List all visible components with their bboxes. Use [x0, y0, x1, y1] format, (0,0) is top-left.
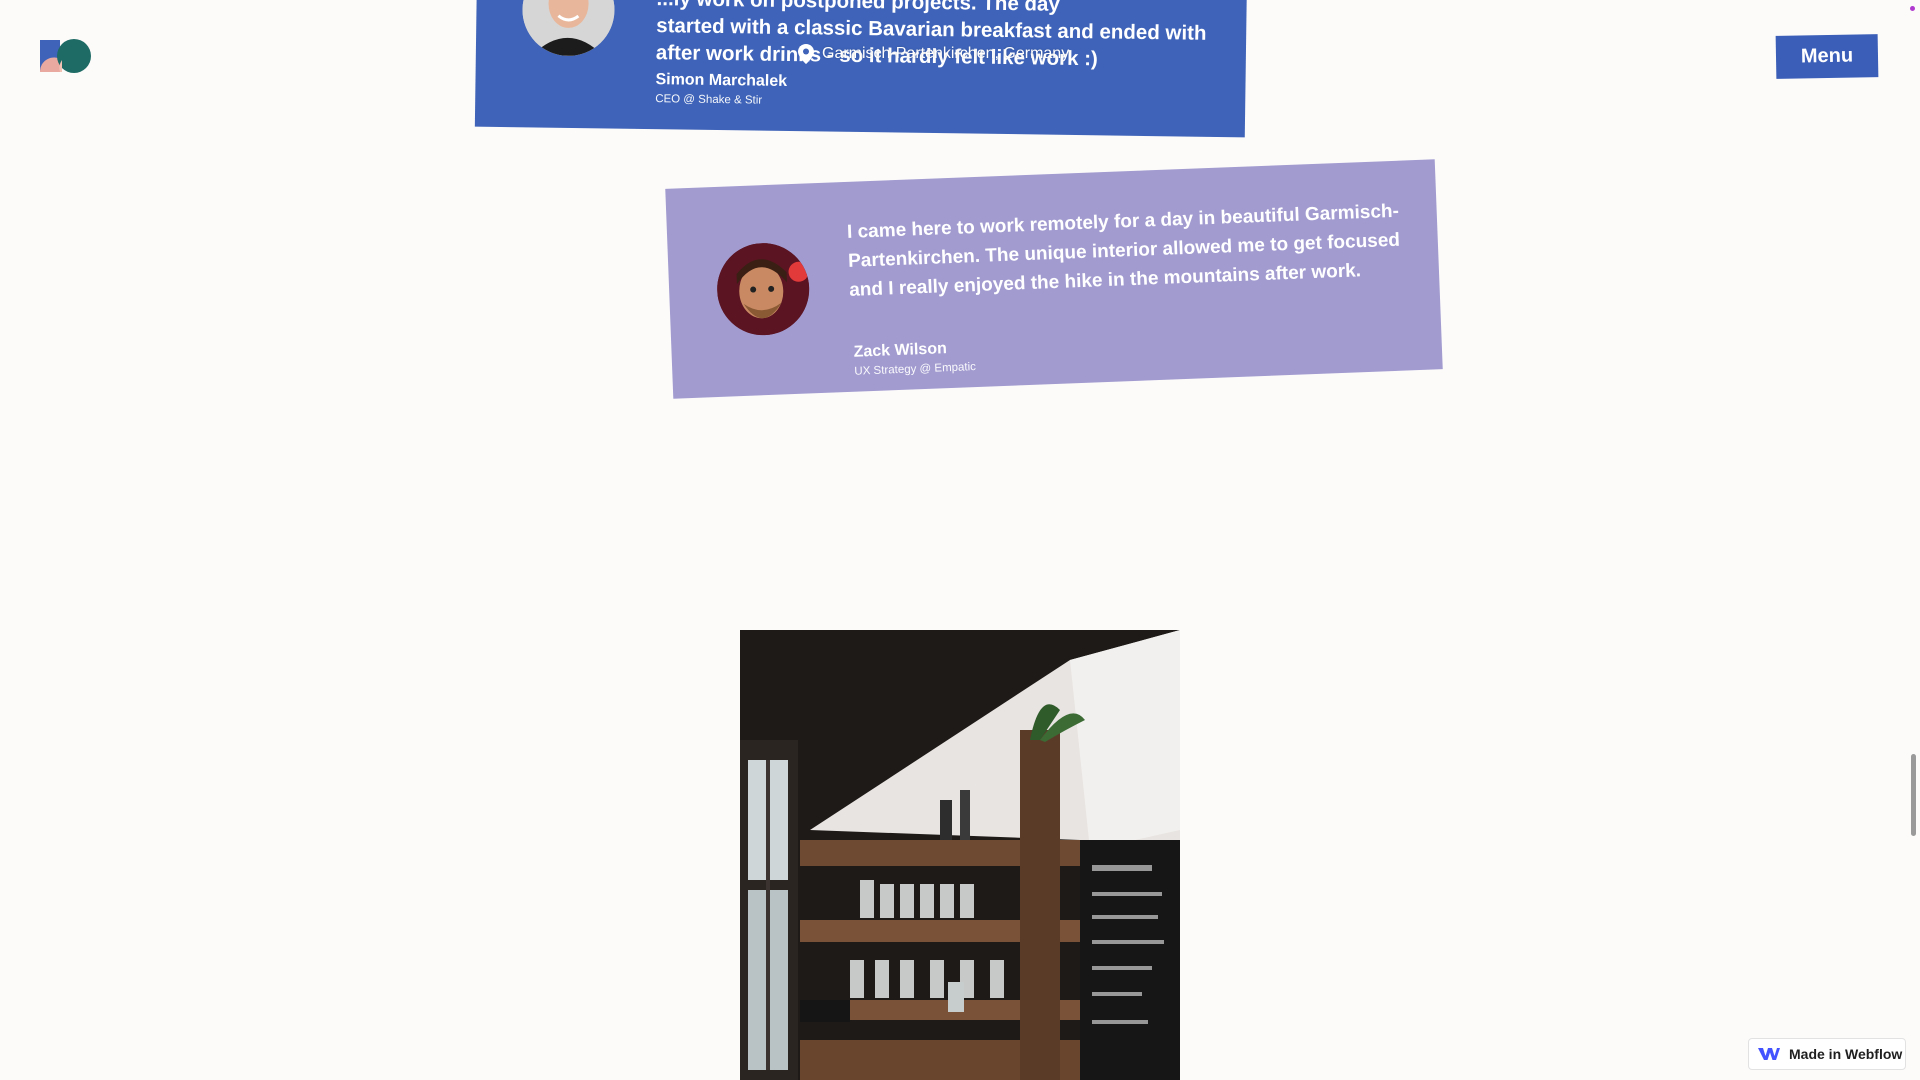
avatar	[521, 0, 616, 57]
interior-photo	[740, 630, 1180, 1080]
pin-icon	[798, 44, 814, 64]
scrollbar-thumb[interactable]	[1911, 754, 1916, 836]
quote-line: ...ly work on postponed projects. The da…	[656, 0, 1060, 16]
logo-icon[interactable]	[40, 38, 92, 74]
testimonial-card: I came here to work remotely for a day i…	[665, 159, 1443, 399]
location-label: Garmisch-Partenkirchen, Germany	[798, 44, 1069, 64]
indicator-dot	[1910, 6, 1915, 11]
testimonial-card: ...ly work on postponed projects. The da…	[474, 0, 1248, 138]
webflow-icon	[1758, 1048, 1780, 1060]
author-name: Zack Wilson	[853, 340, 948, 361]
testimonial-quote: I came here to work remotely for a day i…	[846, 200, 1401, 301]
made-in-webflow-badge[interactable]: Made in Webflow	[1748, 1038, 1906, 1070]
badge-label: Made in Webflow	[1789, 1046, 1903, 1062]
menu-button[interactable]: Menu	[1775, 34, 1879, 79]
avatar	[715, 241, 811, 337]
location-text: Garmisch-Partenkirchen, Germany	[822, 45, 1070, 62]
author-role: UX Strategy @ Empatic	[854, 361, 977, 378]
page: Menu ...ly work on postponed projects. T…	[0, 0, 1920, 1080]
author-name: Simon Marchalek	[655, 71, 788, 90]
author-role: CEO @ Shake & Stir	[655, 93, 763, 107]
quote-line: started with a classic Bavarian breakfas…	[656, 14, 1207, 45]
